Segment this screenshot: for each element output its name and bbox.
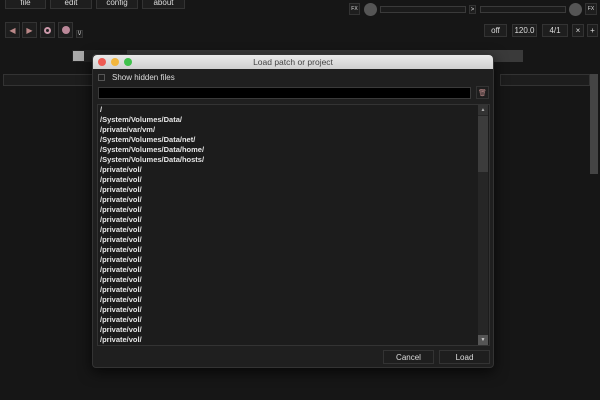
dialog-title: Load patch or project xyxy=(253,57,333,67)
list-item[interactable]: /private/vol/ xyxy=(98,305,489,315)
fx-left-button[interactable]: FX xyxy=(349,3,360,15)
zoom-window-icon[interactable] xyxy=(124,58,132,66)
scroll-up-icon[interactable]: ▲ xyxy=(478,105,488,115)
tempo-field[interactable]: 120.0 xyxy=(512,24,537,37)
list-item[interactable]: /private/vol/ xyxy=(98,275,489,285)
sync-button[interactable]: off xyxy=(484,24,507,37)
knob-left[interactable] xyxy=(364,3,377,16)
right-scrollbar[interactable] xyxy=(590,74,598,174)
right-field[interactable] xyxy=(500,74,590,86)
file-list[interactable]: //System/Volumes/Data//private/var/vm//S… xyxy=(97,104,490,346)
tab-square[interactable] xyxy=(73,51,84,61)
list-item[interactable]: / xyxy=(98,105,489,115)
rewind-button[interactable]: ◀ xyxy=(5,22,20,38)
scroll-thumb[interactable] xyxy=(478,116,488,172)
cancel-button[interactable]: Cancel xyxy=(383,350,434,364)
list-item[interactable]: /private/vol/ xyxy=(98,185,489,195)
menu-edit[interactable]: edit xyxy=(50,0,92,9)
list-item[interactable]: /System/Volumes/Data/ xyxy=(98,115,489,125)
list-item[interactable]: /private/vol/ xyxy=(98,205,489,215)
fx-right-button[interactable]: FX xyxy=(585,3,597,15)
list-item[interactable]: /private/vol/ xyxy=(98,195,489,205)
list-item[interactable]: /private/vol/ xyxy=(98,335,489,345)
show-hidden-label: Show hidden files xyxy=(112,73,175,82)
play-button[interactable]: ▶ xyxy=(22,22,37,38)
delete-button[interactable]: 🗑 xyxy=(476,86,489,99)
load-button[interactable]: Load xyxy=(439,350,490,364)
list-item[interactable]: /private/vol/ xyxy=(98,295,489,305)
menu-file[interactable]: file xyxy=(5,0,46,9)
close-window-icon[interactable] xyxy=(98,58,106,66)
loop-button[interactable] xyxy=(40,22,55,38)
list-item[interactable]: /System/Volumes/Data/home/ xyxy=(98,145,489,155)
list-item[interactable]: /private/vol/ xyxy=(98,285,489,295)
menu-about[interactable]: about xyxy=(142,0,185,9)
trash-icon: 🗑 xyxy=(478,89,487,97)
list-item[interactable]: /private/vol/ xyxy=(98,255,489,265)
record-icon xyxy=(61,26,70,34)
list-item[interactable]: /private/vol/ xyxy=(98,325,489,335)
signature-field[interactable]: 4/1 xyxy=(542,24,568,37)
list-item[interactable]: /System/Volumes/Data/hosts/ xyxy=(98,155,489,165)
arrow-button[interactable]: > xyxy=(469,5,476,14)
add-button[interactable]: + xyxy=(587,24,598,37)
list-item[interactable]: /private/vol/ xyxy=(98,235,489,245)
toggle-button[interactable]: \/ xyxy=(76,30,83,38)
ring-icon xyxy=(44,26,51,34)
dialog-titlebar: Load patch or project xyxy=(93,55,493,69)
slider-right[interactable] xyxy=(480,6,566,13)
left-field[interactable] xyxy=(3,74,93,86)
path-input[interactable] xyxy=(98,87,471,99)
close-button[interactable]: × xyxy=(572,24,584,37)
list-item[interactable]: /private/vol/ xyxy=(98,245,489,255)
list-item[interactable]: /private/vol/ xyxy=(98,265,489,275)
list-item[interactable]: /private/vol/ xyxy=(98,215,489,225)
knob-right[interactable] xyxy=(569,3,582,16)
play-icon: ▶ xyxy=(26,25,33,35)
minimize-window-icon[interactable] xyxy=(111,58,119,66)
list-item[interactable]: /System/Volumes/Data/net/ xyxy=(98,135,489,145)
list-item[interactable]: /private/vol/ xyxy=(98,225,489,235)
slider-left[interactable] xyxy=(380,6,466,13)
menu-config[interactable]: config xyxy=(96,0,138,9)
scroll-down-icon[interactable]: ▼ xyxy=(478,335,488,345)
load-dialog: Load patch or project Show hidden files … xyxy=(92,54,494,368)
show-hidden-checkbox[interactable] xyxy=(98,74,105,81)
play-back-icon: ◀ xyxy=(9,25,16,35)
list-item[interactable]: /private/var/vm/ xyxy=(98,125,489,135)
list-scrollbar[interactable]: ▲ ▼ xyxy=(478,105,488,345)
list-item[interactable]: /private/vol/ xyxy=(98,315,489,325)
list-item[interactable]: /private/vol/ xyxy=(98,165,489,175)
list-item[interactable]: /private/vol/ xyxy=(98,175,489,185)
record-button[interactable] xyxy=(58,22,73,38)
